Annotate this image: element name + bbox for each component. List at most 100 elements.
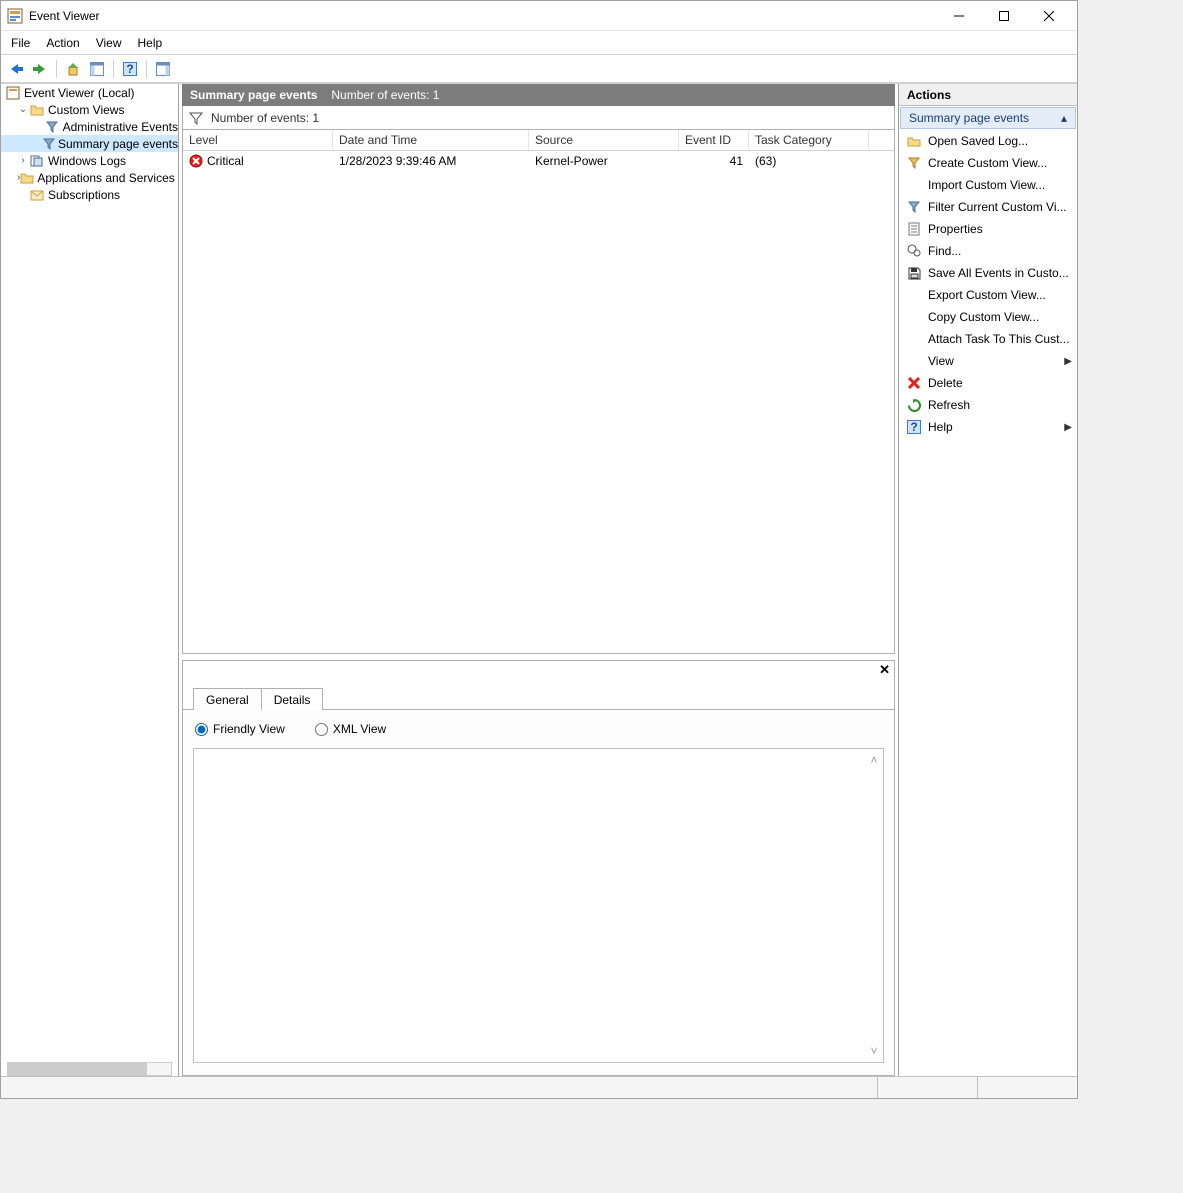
event-list-header: Level Date and Time Source Event ID Task…: [183, 130, 894, 151]
app-icon: [7, 8, 23, 24]
folder-icon: [29, 102, 45, 118]
tree-custom-views-label: Custom Views: [48, 103, 124, 117]
center-pane: Summary page events Number of events: 1 …: [179, 84, 899, 1076]
maximize-button[interactable]: [981, 1, 1026, 30]
toolbar: ?: [1, 55, 1077, 83]
radio-friendly-view[interactable]: Friendly View: [195, 722, 285, 736]
menu-help[interactable]: Help: [130, 33, 171, 53]
action-copy-custom-view[interactable]: Copy Custom View...: [900, 306, 1076, 328]
col-task[interactable]: Task Category: [749, 130, 869, 150]
submenu-arrow-icon: ▶: [1064, 422, 1072, 433]
tree-horizontal-scrollbar[interactable]: [7, 1062, 172, 1076]
event-level: Critical: [207, 154, 244, 168]
titlebar: Event Viewer: [1, 1, 1077, 31]
expand-icon[interactable]: ›: [17, 155, 29, 166]
tree-summary-events[interactable]: Summary page events: [1, 135, 178, 152]
toolbar-separator: [56, 60, 57, 78]
action-refresh[interactable]: Refresh: [900, 394, 1076, 416]
center-header: Summary page events Number of events: 1: [182, 84, 895, 106]
back-button[interactable]: [5, 58, 27, 80]
tree-root-label: Event Viewer (Local): [24, 86, 135, 100]
event-source: Kernel-Power: [535, 154, 608, 168]
event-row[interactable]: Critical 1/28/2023 9:39:46 AM Kernel-Pow…: [183, 151, 894, 171]
action-properties[interactable]: Properties: [900, 218, 1076, 240]
col-source[interactable]: Source: [529, 130, 679, 150]
tree-custom-views[interactable]: ⌄ Custom Views: [1, 101, 178, 118]
close-button[interactable]: [1026, 1, 1071, 30]
action-export-custom-view[interactable]: Export Custom View...: [900, 284, 1076, 306]
scroll-up-icon[interactable]: ˄: [867, 753, 881, 767]
scroll-down-icon[interactable]: ˅: [867, 1044, 881, 1058]
properties-icon: [906, 221, 922, 237]
toolbar-separator: [146, 60, 147, 78]
action-open-saved-log[interactable]: Open Saved Log...: [900, 130, 1076, 152]
svg-text:?: ?: [126, 62, 133, 76]
center-header-count: Number of events: 1: [331, 88, 439, 102]
action-filter-current[interactable]: Filter Current Custom Vi...: [900, 196, 1076, 218]
menu-view[interactable]: View: [88, 33, 130, 53]
tab-details[interactable]: Details: [261, 688, 324, 710]
col-date[interactable]: Date and Time: [333, 130, 529, 150]
tree-windows-logs-label: Windows Logs: [48, 154, 126, 168]
tree-admin-events[interactable]: Administrative Events: [1, 118, 178, 135]
up-button[interactable]: [62, 58, 84, 80]
actions-section-title: Summary page events: [909, 111, 1029, 125]
details-close-bar: ✕: [183, 661, 894, 679]
radio-friendly-label: Friendly View: [213, 722, 285, 736]
delete-icon: [906, 375, 922, 391]
nav-tree: Event Viewer (Local) ⌄ Custom Views Admi…: [1, 84, 179, 1076]
action-save-all-events[interactable]: Save All Events in Custo...: [900, 262, 1076, 284]
help-button[interactable]: ?: [119, 58, 141, 80]
funnel-icon: [189, 111, 203, 125]
radio-xml-view[interactable]: XML View: [315, 722, 386, 736]
tree-root[interactable]: Event Viewer (Local): [1, 84, 178, 101]
details-content[interactable]: ˄ ˅: [193, 748, 884, 1063]
tree-windows-logs[interactable]: › Windows Logs: [1, 152, 178, 169]
action-find[interactable]: Find...: [900, 240, 1076, 262]
action-attach-task[interactable]: Attach Task To This Cust...: [900, 328, 1076, 350]
statusbar: [1, 1076, 1077, 1098]
menu-file[interactable]: File: [3, 33, 38, 53]
col-eventid[interactable]: Event ID: [679, 130, 749, 150]
window-controls: [936, 1, 1071, 30]
event-list[interactable]: Level Date and Time Source Event ID Task…: [182, 130, 895, 654]
show-actions-button[interactable]: [152, 58, 174, 80]
filter-icon: [906, 199, 922, 215]
close-details-button[interactable]: ✕: [879, 662, 890, 678]
window: Event Viewer File Action View Help ? Eve…: [0, 0, 1078, 1099]
action-help[interactable]: ? Help ▶: [900, 416, 1076, 438]
window-title: Event Viewer: [29, 9, 936, 23]
tab-general[interactable]: General: [193, 688, 262, 710]
action-import-custom-view[interactable]: Import Custom View...: [900, 174, 1076, 196]
logs-icon: [29, 153, 45, 169]
filter-count-label: Number of events: 1: [211, 111, 319, 125]
forward-button[interactable]: [29, 58, 51, 80]
action-create-custom-view[interactable]: Create Custom View...: [900, 152, 1076, 174]
col-level[interactable]: Level: [183, 130, 333, 150]
action-view[interactable]: View ▶: [900, 350, 1076, 372]
event-viewer-icon: [5, 85, 21, 101]
collapse-icon[interactable]: ⌄: [17, 104, 29, 115]
radio-friendly-input[interactable]: [195, 723, 208, 736]
help-icon: ?: [906, 419, 922, 435]
radio-xml-input[interactable]: [315, 723, 328, 736]
details-pane: ✕ General Details Friendly View XML: [182, 660, 895, 1076]
tree-summary-events-label: Summary page events: [58, 137, 178, 151]
event-task: (63): [755, 154, 776, 168]
event-id: 41: [730, 154, 743, 168]
tree-apps-logs-label: Applications and Services Lo: [37, 171, 179, 185]
funnel-icon: [906, 155, 922, 171]
subscriptions-icon: [29, 187, 45, 203]
tree-apps-logs[interactable]: › Applications and Services Lo: [1, 169, 178, 186]
actions-pane: Actions Summary page events ▴ Open Saved…: [899, 84, 1077, 1076]
tree-subscriptions[interactable]: Subscriptions: [1, 186, 178, 203]
action-delete[interactable]: Delete: [900, 372, 1076, 394]
show-tree-button[interactable]: [86, 58, 108, 80]
minimize-button[interactable]: [936, 1, 981, 30]
filter-icon: [44, 119, 59, 135]
save-icon: [906, 265, 922, 281]
toolbar-separator: [113, 60, 114, 78]
actions-section-header[interactable]: Summary page events ▴: [900, 107, 1076, 129]
open-log-icon: [906, 133, 922, 149]
menu-action[interactable]: Action: [38, 33, 87, 53]
